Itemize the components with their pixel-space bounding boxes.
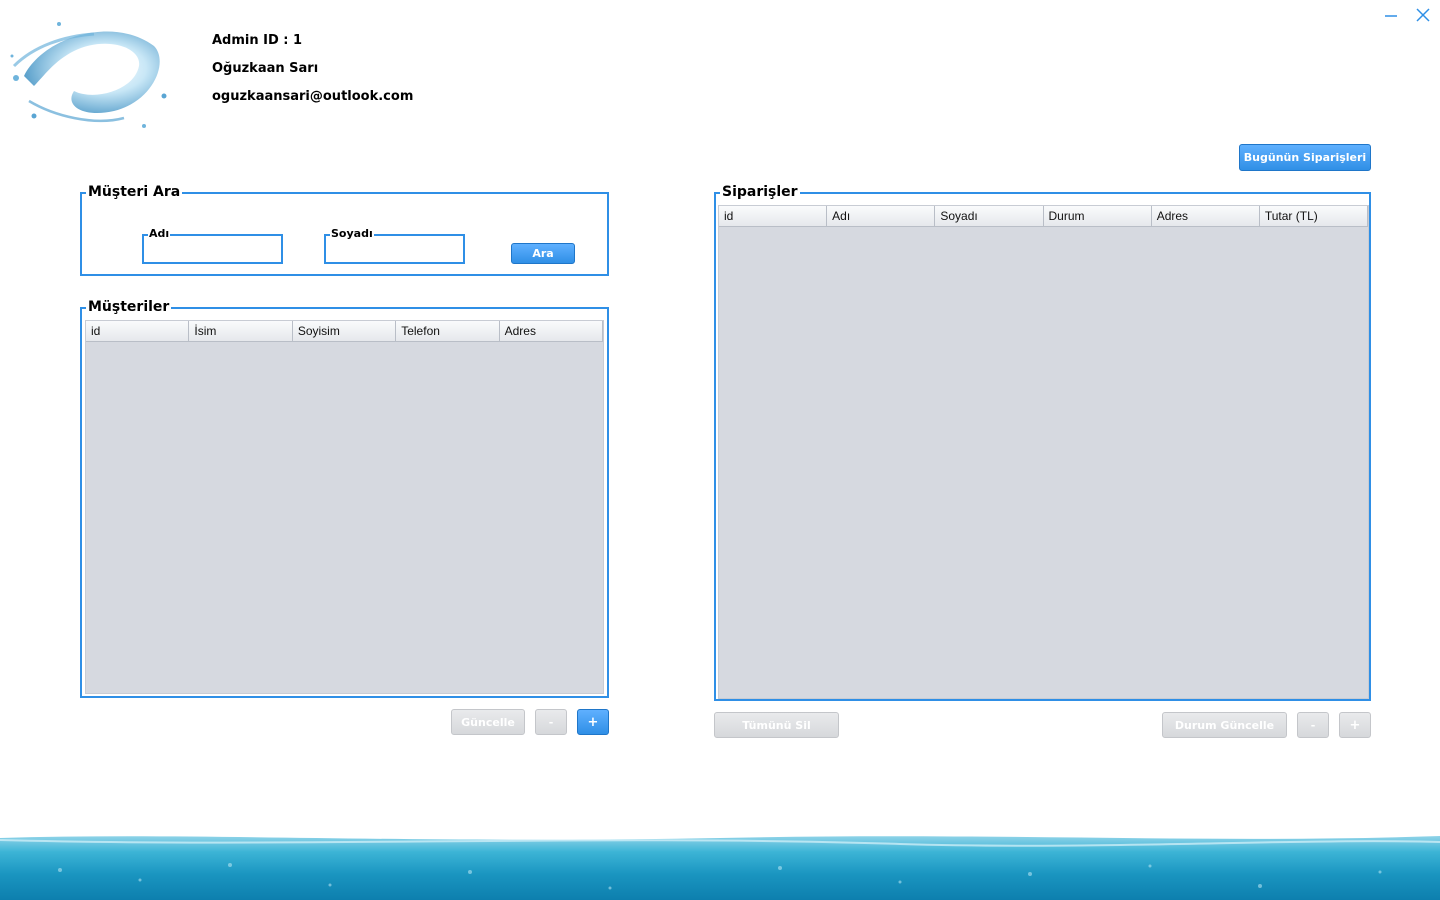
admin-email: oguzkaansari@outlook.com [212, 89, 414, 104]
column-header-durum[interactable]: Durum [1044, 206, 1152, 226]
customer-search-title: Müşteri Ara [86, 184, 183, 200]
column-header-adi[interactable]: Adı [827, 206, 936, 226]
column-header-telefon[interactable]: Telefon [396, 321, 500, 341]
admin-id: Admin ID : 1 [212, 33, 303, 48]
customers-table-header: id İsim Soyisim Telefon Adres [86, 321, 604, 342]
customers-table[interactable]: id İsim Soyisim Telefon Adres [85, 320, 604, 694]
minimize-icon[interactable] [1380, 4, 1402, 26]
last-name-label: Soyadı [330, 227, 374, 240]
orders-table-header: id Adı Soyadı Durum Adres Tutar (TL) [719, 206, 1369, 227]
column-header-tutar[interactable]: Tutar (TL) [1260, 206, 1369, 226]
customer-search-panel: Müşteri Ara Adı Soyadı Ara [80, 184, 609, 276]
add-order-button[interactable]: + [1339, 712, 1371, 738]
customers-panel: Müşteriler id İsim Soyisim Telefon Adres [80, 299, 609, 698]
update-customer-button[interactable]: Güncelle [451, 709, 525, 735]
remove-customer-button[interactable]: - [535, 709, 567, 735]
first-name-field: Adı [142, 228, 283, 264]
close-icon[interactable] [1412, 4, 1434, 26]
last-name-input[interactable] [329, 242, 462, 262]
update-status-button[interactable]: Durum Güncelle [1162, 712, 1287, 738]
water-surface-image [0, 836, 1440, 900]
todays-orders-button[interactable]: Bugünün Siparişleri [1239, 144, 1371, 171]
orders-title: Siparişler [720, 184, 800, 200]
column-header-id[interactable]: id [86, 321, 190, 341]
first-name-input[interactable] [147, 242, 280, 262]
column-header-isim[interactable]: İsim [189, 321, 293, 341]
column-header-adres[interactable]: Adres [1152, 206, 1260, 226]
add-customer-button[interactable]: + [577, 709, 609, 735]
column-header-soyisim[interactable]: Soyisim [293, 321, 397, 341]
column-header-id[interactable]: id [719, 206, 828, 226]
first-name-label: Adı [148, 227, 171, 240]
column-header-soyadi[interactable]: Soyadı [935, 206, 1044, 226]
search-button[interactable]: Ara [511, 243, 575, 264]
orders-panel: Siparişler id Adı Soyadı Durum Adres Tut… [714, 184, 1371, 701]
customers-title: Müşteriler [86, 299, 172, 315]
water-splash-logo [10, 22, 167, 128]
last-name-field: Soyadı [324, 228, 465, 264]
delete-all-orders-button[interactable]: Tümünü Sil [714, 712, 839, 738]
admin-name: Oğuzkaan Sarı [212, 61, 319, 76]
orders-table[interactable]: id Adı Soyadı Durum Adres Tutar (TL) [718, 205, 1369, 699]
remove-order-button[interactable]: - [1297, 712, 1329, 738]
column-header-adres[interactable]: Adres [500, 321, 604, 341]
